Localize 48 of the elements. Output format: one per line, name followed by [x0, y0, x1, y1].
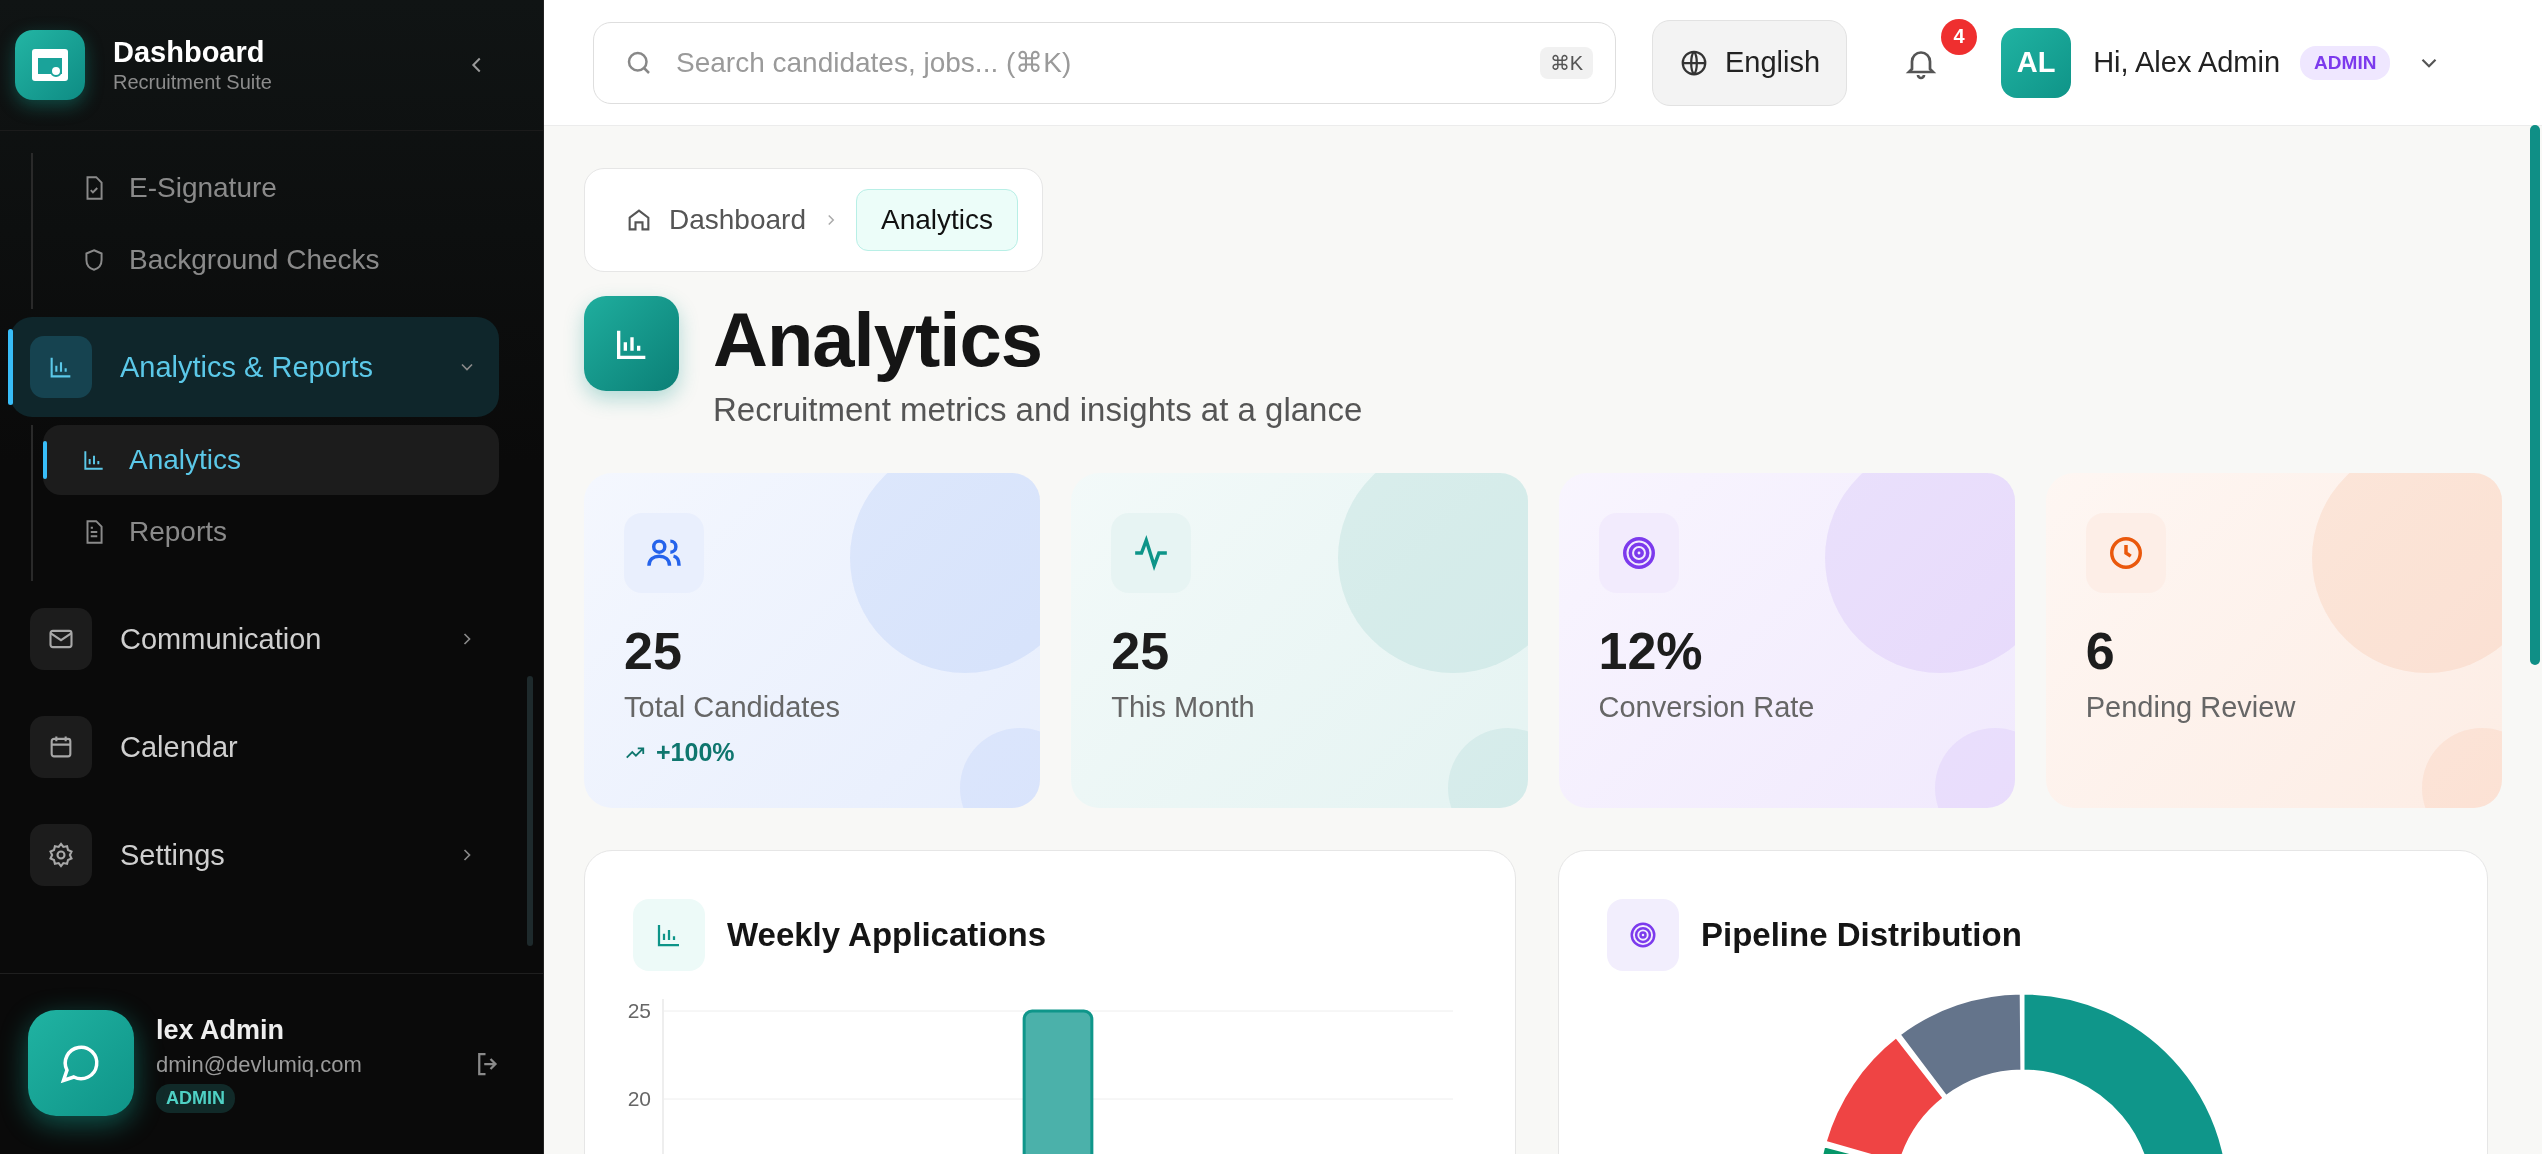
stat-label: This Month — [1111, 691, 1255, 725]
user-email: dmin@devlumiq.com — [156, 1052, 362, 1078]
stat-value: 25 — [624, 621, 682, 682]
sidebar-subitem[interactable]: Analytics — [43, 425, 499, 495]
user-greeting: Hi, Alex Admin — [2093, 46, 2281, 79]
calendar-icon — [30, 716, 92, 778]
chart-bars-icon — [30, 336, 92, 398]
stat-label: Pending Review — [2085, 691, 2296, 725]
role-badge: ADMIN — [2300, 45, 2391, 80]
search-field[interactable]: Search candidates, jobs... (⌘K) ⌘K — [593, 21, 1616, 104]
target-icon — [1607, 899, 1679, 972]
search-input[interactable]: Search candidates, jobs... (⌘K) — [674, 45, 1520, 80]
sidebar-subitem[interactable]: Background Checks — [43, 225, 499, 295]
scrollbar[interactable] — [527, 676, 533, 946]
axis-tick-label: 25 — [627, 999, 651, 1023]
breadcrumb-link[interactable]: Dashboard — [625, 204, 806, 236]
sidebar-item[interactable]: Analytics & Reports — [10, 317, 499, 417]
user-name: lex Admin — [156, 1015, 285, 1046]
stat-value: 6 — [2085, 621, 2115, 682]
trend-value: +100% — [656, 738, 735, 768]
breadcrumb-link[interactable]: Analytics — [856, 189, 1019, 251]
scrollbar[interactable] — [2530, 125, 2540, 665]
envelope-icon — [30, 608, 92, 670]
chat-button[interactable] — [28, 1010, 134, 1116]
sidebar-item[interactable]: Communication — [10, 589, 499, 689]
shortcut-hint: ⌘K — [1539, 46, 1593, 79]
language-button[interactable]: English — [1652, 19, 1848, 106]
sidebar-item[interactable]: Settings — [10, 805, 499, 905]
stat-value: 12% — [1598, 621, 1703, 682]
brand-subtitle: Recruitment Suite — [113, 71, 273, 94]
brand-title: Dashboard — [113, 36, 266, 69]
gear-icon — [30, 824, 92, 886]
chart-bars-icon — [584, 296, 679, 391]
chart-title: Pipeline Distribution — [1701, 916, 2022, 955]
axis-tick-label: 20 — [627, 1087, 651, 1111]
role-badge: ADMIN — [156, 1084, 235, 1113]
sidebar-subitem[interactable]: E-Signature — [43, 153, 499, 223]
logo-icon — [15, 30, 85, 100]
stat-label: Total Candidates — [624, 691, 841, 725]
stat-label: Conversion Rate — [1598, 691, 1815, 725]
page-title: Analytics — [713, 296, 1043, 384]
sidebar-subitem[interactable]: Reports — [43, 497, 499, 567]
sidebar-item[interactable]: Calendar — [10, 697, 499, 797]
stat-value: 25 — [1111, 621, 1170, 682]
notification-count: 4 — [1941, 18, 1978, 55]
chart-title: Weekly Applications — [727, 916, 1047, 955]
page-subtitle: Recruitment metrics and insights at a glance — [713, 391, 1363, 430]
chart-bars-icon — [633, 899, 705, 972]
